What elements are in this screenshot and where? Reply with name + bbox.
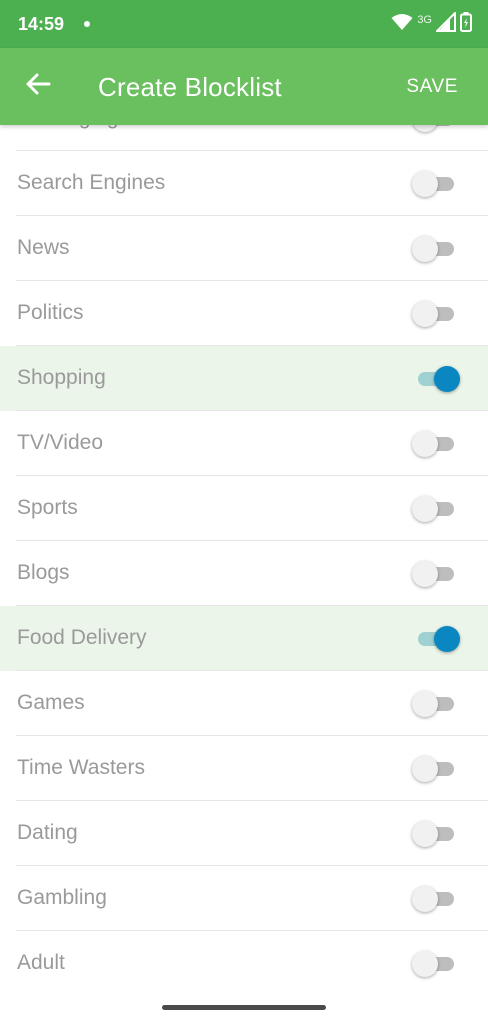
status-time: 14:59 bbox=[18, 14, 65, 34]
list-item-label: Search Engines bbox=[17, 171, 166, 194]
toggle-thumb bbox=[412, 951, 438, 977]
list-item-search-engines[interactable]: Search Engines bbox=[0, 151, 488, 216]
list-item-label: Gambling bbox=[17, 886, 107, 909]
list-item-food-delivery[interactable]: Food Delivery bbox=[0, 606, 488, 671]
toggle-thumb bbox=[412, 821, 438, 847]
list-item-label: Blogs bbox=[17, 561, 70, 584]
list-item-tv-video[interactable]: TV/Video bbox=[0, 411, 488, 476]
toggle-thumb bbox=[434, 366, 460, 392]
save-button[interactable]: SAVE bbox=[406, 76, 458, 98]
toggle-thumb bbox=[412, 886, 438, 912]
home-indicator[interactable] bbox=[162, 1005, 326, 1010]
toggle-thumb bbox=[412, 561, 438, 587]
arrow-left-icon bbox=[25, 73, 51, 100]
list-item-label: Food Delivery bbox=[17, 626, 147, 649]
page-title: Create Blocklist bbox=[98, 72, 282, 102]
toggle-thumb bbox=[412, 236, 438, 262]
blocklist-toggle[interactable] bbox=[412, 950, 460, 978]
status-bar: 14:59 3G bbox=[0, 0, 488, 48]
blocklist-toggle[interactable] bbox=[412, 170, 460, 198]
list-item-blogs[interactable]: Blogs bbox=[0, 541, 488, 606]
list-item-games[interactable]: Games bbox=[0, 671, 488, 736]
list-item-label: News bbox=[17, 236, 70, 259]
list-item-label: Politics bbox=[17, 301, 84, 324]
blocklist-toggle[interactable] bbox=[412, 495, 460, 523]
signal-icon bbox=[434, 10, 456, 37]
toggle-thumb bbox=[412, 301, 438, 327]
toggle-thumb bbox=[412, 431, 438, 457]
list-item-label: Adult bbox=[17, 951, 65, 974]
app-bar: Create Blocklist SAVE bbox=[0, 48, 488, 125]
wifi-icon bbox=[391, 13, 413, 36]
list-item-label: Games bbox=[17, 691, 85, 714]
list-item-dating[interactable]: Dating bbox=[0, 801, 488, 866]
list-item-politics[interactable]: Politics bbox=[0, 281, 488, 346]
blocklist-toggle[interactable] bbox=[412, 690, 460, 718]
list-item-shopping[interactable]: Shopping bbox=[0, 346, 488, 411]
toggle-thumb bbox=[434, 626, 460, 652]
network-type-label: 3G bbox=[417, 14, 432, 26]
list-item-label: Dating bbox=[17, 821, 78, 844]
blocklist-toggle[interactable] bbox=[412, 560, 460, 588]
list-item-label: Sports bbox=[17, 496, 78, 519]
status-icons: 3G bbox=[391, 10, 472, 37]
back-button[interactable] bbox=[20, 68, 56, 104]
blocklist-toggle[interactable] bbox=[412, 820, 460, 848]
list-item-time-wasters[interactable]: Time Wasters bbox=[0, 736, 488, 801]
notification-dot-icon bbox=[84, 21, 90, 27]
blocklist-toggle[interactable] bbox=[412, 300, 460, 328]
toggle-thumb bbox=[412, 691, 438, 717]
toggle-thumb bbox=[412, 756, 438, 782]
list-item-label: TV/Video bbox=[17, 431, 103, 454]
blocklist-toggle[interactable] bbox=[412, 365, 460, 393]
blocklist-toggle[interactable] bbox=[412, 235, 460, 263]
list-item-adult[interactable]: Adult bbox=[0, 931, 488, 996]
toggle-thumb bbox=[412, 171, 438, 197]
category-list: Messaging Search Engines News Politics S… bbox=[0, 86, 488, 996]
list-item-news[interactable]: News bbox=[0, 216, 488, 281]
blocklist-toggle[interactable] bbox=[412, 885, 460, 913]
blocklist-toggle[interactable] bbox=[412, 430, 460, 458]
list-item-label: Shopping bbox=[17, 366, 106, 389]
list-item-sports[interactable]: Sports bbox=[0, 476, 488, 541]
toggle-thumb bbox=[412, 496, 438, 522]
battery-icon bbox=[460, 11, 472, 37]
blocklist-toggle[interactable] bbox=[412, 625, 460, 653]
list-item-label: Time Wasters bbox=[17, 756, 145, 779]
blocklist-toggle[interactable] bbox=[412, 755, 460, 783]
list-item-gambling[interactable]: Gambling bbox=[0, 866, 488, 931]
